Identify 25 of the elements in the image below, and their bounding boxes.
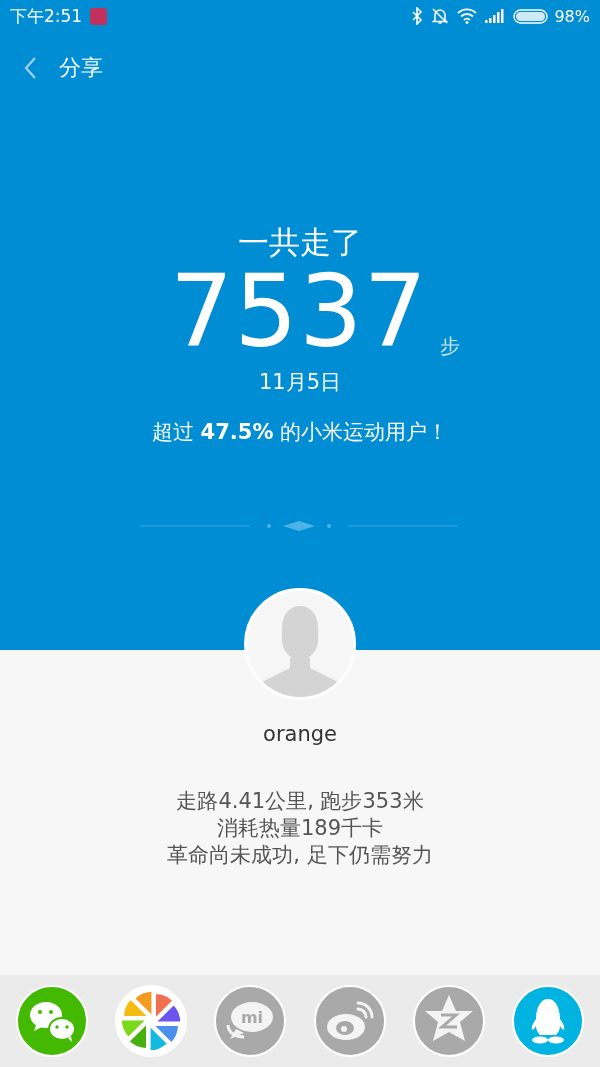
bluetooth-icon — [411, 7, 424, 25]
battery-percent: 98% — [554, 6, 590, 26]
penguin-icon[interactable] — [511, 984, 586, 1058]
page-title: 分享 — [59, 54, 103, 82]
eye-swirl-icon[interactable] — [312, 984, 387, 1058]
stat-line: 革命尚未成功, 足下仍需努力 — [167, 842, 433, 869]
status-time: 下午2:51 — [10, 4, 83, 28]
step-count: 7537 — [169, 262, 429, 362]
user-name: orange — [263, 722, 337, 746]
back-icon[interactable] — [23, 56, 37, 80]
battery-icon — [513, 8, 550, 24]
chat-bubble-icon[interactable]: mi — [213, 984, 288, 1058]
summary-heading: 一共走了 — [238, 223, 362, 262]
wifi-icon — [457, 8, 478, 24]
step-unit: 步 — [440, 333, 461, 360]
muted-bell-icon — [431, 7, 450, 25]
signal-icon — [485, 9, 506, 23]
mi-label: mi — [241, 1008, 264, 1027]
aperture-icon[interactable] — [114, 984, 188, 1058]
app-icon — [90, 7, 108, 25]
stat-line: 消耗热量189千卡 — [216, 815, 384, 842]
wechat-icon[interactable] — [14, 984, 89, 1058]
date-label: 11月5日 — [258, 369, 342, 396]
stat-line: 走路4.41公里, 跑步353米 — [176, 788, 424, 815]
rank-sentence: 超过 47.5% 的小米运动用户！ — [151, 419, 449, 446]
